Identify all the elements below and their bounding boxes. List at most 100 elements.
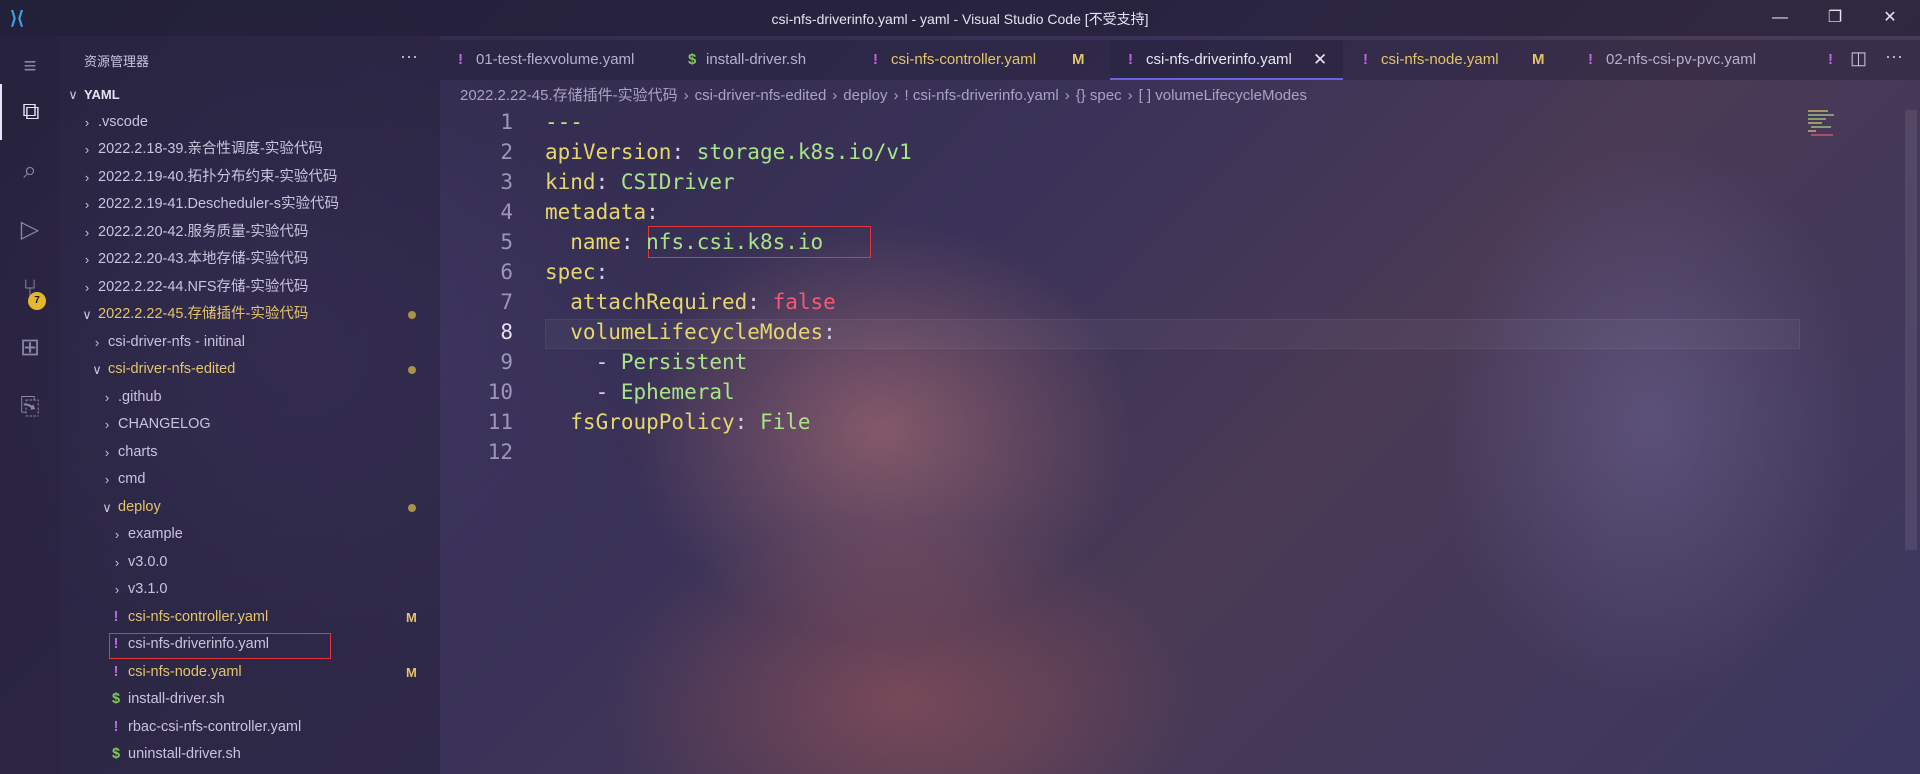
chevron-right-icon: › bbox=[84, 197, 90, 212]
tree-item-label: 2022.2.22-45.存储插件-实验代码 bbox=[98, 306, 309, 322]
editor-tab[interactable]: ! 01-test-flexvolume.yaml bbox=[440, 40, 668, 80]
explorer-icon[interactable]: ⧉ bbox=[0, 84, 60, 140]
tree-folder-item[interactable]: ∨ deploy bbox=[60, 494, 440, 521]
line-number: 4 bbox=[500, 200, 513, 224]
tree-file-item[interactable]: ! csi-nfs-controller.yaml M bbox=[60, 604, 440, 631]
tree-folder-item[interactable]: ∨ YAML bbox=[60, 81, 440, 108]
source-control-icon[interactable]: ⑂ bbox=[0, 261, 60, 317]
code-token: spec bbox=[545, 260, 596, 284]
tree-folder-item[interactable]: › 2022.2.19-41.Descheduler-s实验代码 bbox=[60, 191, 440, 218]
tree-folder-item[interactable]: › 2022.2.20-42.服务质量-实验代码 bbox=[60, 219, 440, 246]
modified-badge: M bbox=[1072, 51, 1085, 68]
breadcrumb-separator: › bbox=[1127, 87, 1133, 104]
chevron-down-icon: ∨ bbox=[92, 362, 102, 377]
tree-file-item[interactable]: ! rbac-csi-nfs-controller.yaml bbox=[60, 714, 440, 741]
code-line[interactable]: metadata: bbox=[545, 197, 659, 227]
code-line[interactable]: spec: bbox=[545, 257, 608, 287]
editor-tab[interactable]: ! csi-nfs-controller.yaml M bbox=[855, 40, 1108, 80]
tree-folder-item[interactable]: › v3.1.0 bbox=[60, 576, 440, 603]
code-line[interactable]: - Ephemeral bbox=[545, 377, 735, 407]
code-token: fsGroupPolicy bbox=[545, 410, 735, 434]
tree-item-label: uninstall-driver.sh bbox=[128, 746, 241, 762]
tree-file-item[interactable]: $ install-driver.sh bbox=[60, 686, 440, 713]
tree-item-label: 2022.2.19-40.拓扑分布约束-实验代码 bbox=[98, 168, 338, 185]
shell-file-icon: $ bbox=[111, 746, 121, 762]
tree-folder-item[interactable]: › charts bbox=[60, 439, 440, 466]
code-line[interactable]: - Persistent bbox=[545, 347, 748, 377]
chevron-down-icon: ∨ bbox=[68, 87, 78, 102]
tree-item-label: charts bbox=[118, 443, 158, 460]
tab-label: csi-nfs-driverinfo.yaml bbox=[1146, 51, 1292, 68]
tree-folder-item[interactable]: › 2022.2.22-44.NFS存储-实验代码 bbox=[60, 274, 440, 301]
tab-label: csi-nfs-controller.yaml bbox=[891, 51, 1037, 68]
tree-item-label: example bbox=[128, 526, 183, 542]
code-editor[interactable] bbox=[440, 106, 1920, 774]
tree-folder-item[interactable]: › v3.0.0 bbox=[60, 549, 440, 576]
tree-item-label: v3.1.0 bbox=[128, 581, 168, 597]
line-number: 2 bbox=[500, 140, 513, 164]
tree-folder-item[interactable]: › .vscode bbox=[60, 109, 440, 136]
breadcrumb-separator: › bbox=[832, 87, 838, 104]
editor-tab[interactable]: ! 02-nfs-csi-pv-pvc.yaml bbox=[1570, 40, 1808, 80]
split-editor-button[interactable]: ◫ bbox=[1850, 48, 1867, 69]
extensions-icon[interactable]: ⊞ bbox=[0, 320, 60, 376]
tree-item-label: csi-nfs-node.yaml bbox=[128, 663, 242, 680]
code-line[interactable]: volumeLifecycleModes: bbox=[545, 317, 836, 347]
code-line[interactable]: name: nfs.csi.k8s.io bbox=[545, 227, 823, 257]
modified-badge: M bbox=[1532, 51, 1545, 68]
tree-item-label: csi-driver-nfs - initinal bbox=[108, 333, 245, 350]
chevron-right-icon: › bbox=[84, 114, 90, 130]
code-token: File bbox=[759, 410, 811, 434]
tree-folder-item[interactable]: › 2022.2.18-39.亲合性调度-实验代码 bbox=[60, 136, 440, 163]
editor-tab[interactable]: ! bbox=[1810, 40, 1850, 80]
tree-item-label: rbac-csi-nfs-controller.yaml bbox=[128, 718, 302, 735]
code-token: CSIDriver bbox=[620, 170, 735, 194]
editor-tab[interactable]: ! csi-nfs-driverinfo.yaml ✕ bbox=[1110, 40, 1343, 80]
tree-folder-item[interactable]: › 2022.2.20-43.本地存储-实验代码 bbox=[60, 246, 440, 273]
tree-file-item[interactable]: ! csi-nfs-node.yaml M bbox=[60, 659, 440, 686]
tree-folder-item[interactable]: ∨ 2022.2.22-45.存储插件-实验代码 bbox=[60, 301, 440, 328]
code-line[interactable]: attachRequired: false bbox=[545, 287, 836, 317]
breadcrumb-item[interactable]: csi-driver-nfs-edited bbox=[695, 87, 827, 104]
code-token: Ephemeral bbox=[620, 380, 735, 404]
chevron-right-icon: › bbox=[104, 417, 110, 432]
remote-explorer-icon[interactable]: ⎘ bbox=[0, 379, 60, 435]
run-debug-icon[interactable]: ▷ bbox=[0, 202, 60, 258]
tree-folder-item[interactable]: › 2022.2.19-40.拓扑分布约束-实验代码 bbox=[60, 164, 440, 191]
minimize-button[interactable]: — bbox=[1760, 6, 1800, 30]
tab-more-button[interactable]: ··· bbox=[1885, 46, 1903, 67]
editor-tab[interactable]: ! csi-nfs-node.yaml M bbox=[1345, 40, 1568, 80]
minimap[interactable] bbox=[1808, 108, 1868, 148]
restore-button[interactable]: ❐ bbox=[1815, 6, 1855, 30]
breadcrumb-item[interactable]: deploy bbox=[843, 87, 887, 104]
code-line[interactable]: fsGroupPolicy: File bbox=[545, 407, 811, 437]
tree-folder-item[interactable]: › .github bbox=[60, 384, 440, 411]
breadcrumb-item[interactable]: ! csi-nfs-driverinfo.yaml bbox=[905, 87, 1059, 104]
vertical-scrollbar[interactable] bbox=[1905, 110, 1917, 550]
tree-folder-item[interactable]: › example bbox=[60, 521, 440, 548]
breadcrumb-item[interactable]: [ ] volumeLifecycleModes bbox=[1139, 87, 1307, 104]
line-number: 5 bbox=[500, 230, 513, 254]
breadcrumb-item[interactable]: 2022.2.22-45.存储插件-实验代码 bbox=[460, 87, 678, 104]
editor-tab[interactable]: $ install-driver.sh bbox=[670, 40, 853, 80]
search-icon[interactable]: ⌕ bbox=[0, 143, 60, 199]
code-line[interactable]: kind: CSIDriver bbox=[545, 167, 735, 197]
code-token: name bbox=[545, 230, 621, 254]
tree-folder-item[interactable]: › CHANGELOG bbox=[60, 411, 440, 438]
code-line[interactable]: apiVersion: storage.k8s.io/v1 bbox=[545, 137, 912, 167]
close-window-button[interactable]: ✕ bbox=[1870, 6, 1910, 30]
tree-folder-item[interactable]: › csi-driver-nfs - initinal bbox=[60, 329, 440, 356]
tree-folder-item[interactable]: › cmd bbox=[60, 466, 440, 493]
explorer-more-button[interactable]: ··· bbox=[400, 46, 418, 67]
tree-file-item[interactable]: $ uninstall-driver.sh bbox=[60, 741, 440, 768]
close-tab-icon[interactable]: ✕ bbox=[1313, 40, 1327, 80]
tree-item-label: 2022.2.20-43.本地存储-实验代码 bbox=[98, 251, 309, 267]
modified-dot bbox=[408, 366, 416, 374]
code-line[interactable]: --- bbox=[545, 107, 583, 137]
tab-label: 01-test-flexvolume.yaml bbox=[476, 51, 635, 68]
tree-folder-item[interactable]: ∨ csi-driver-nfs-edited bbox=[60, 356, 440, 383]
code-token: : bbox=[595, 260, 609, 284]
breadcrumb-item[interactable]: {} spec bbox=[1076, 87, 1122, 104]
chevron-right-icon: › bbox=[84, 169, 90, 185]
tree-item-label: 2022.2.19-41.Descheduler-s实验代码 bbox=[98, 196, 339, 212]
